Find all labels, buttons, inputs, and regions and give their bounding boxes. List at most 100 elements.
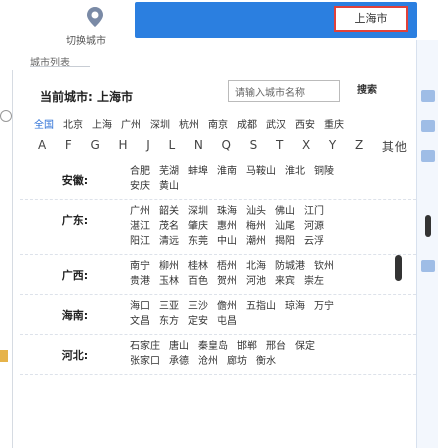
alphabet-letter[interactable]: Y	[329, 138, 337, 155]
side-handle[interactable]	[425, 215, 431, 237]
city-link[interactable]: 承德	[169, 354, 189, 369]
alphabet-letter[interactable]: X	[302, 138, 311, 155]
city-link[interactable]: 万宁	[314, 299, 334, 314]
hot-city-link[interactable]: 全国	[34, 116, 54, 131]
alphabet-letter[interactable]: 其他	[382, 138, 408, 155]
scroll-handle[interactable]	[395, 255, 402, 281]
hot-city-link[interactable]: 武汉	[266, 116, 286, 131]
city-link[interactable]: 贺州	[217, 274, 237, 289]
city-link[interactable]: 阳江	[130, 234, 150, 249]
city-link[interactable]: 文昌	[130, 314, 150, 329]
hot-city-link[interactable]: 重庆	[324, 116, 344, 131]
city-link[interactable]: 珠海	[217, 204, 237, 219]
city-link[interactable]: 江门	[304, 204, 324, 219]
city-link[interactable]: 佛山	[275, 204, 295, 219]
city-link[interactable]: 韶关	[159, 204, 179, 219]
alphabet-letter[interactable]: N	[194, 138, 204, 155]
city-link[interactable]: 揭阳	[275, 234, 295, 249]
city-link[interactable]: 云浮	[304, 234, 324, 249]
alphabet-letter[interactable]: Q	[222, 138, 232, 155]
hot-city-link[interactable]: 杭州	[179, 116, 199, 131]
city-link[interactable]: 定安	[188, 314, 208, 329]
selected-city-box[interactable]: 上海市	[334, 6, 408, 32]
city-link[interactable]: 铜陵	[314, 164, 334, 179]
city-link[interactable]: 合肥	[130, 164, 150, 179]
city-link[interactable]: 东莞	[188, 234, 208, 249]
search-button[interactable]: 搜索	[342, 80, 392, 102]
alphabet-letter[interactable]: F	[65, 138, 73, 155]
hot-city-link[interactable]: 北京	[63, 116, 83, 131]
city-link[interactable]: 广州	[130, 204, 150, 219]
city-link[interactable]: 邯郸	[237, 339, 257, 354]
city-link[interactable]: 汕尾	[275, 219, 295, 234]
city-link[interactable]: 茂名	[159, 219, 179, 234]
city-link[interactable]: 唐山	[169, 339, 189, 354]
hot-city-link[interactable]: 西安	[295, 116, 315, 131]
city-link[interactable]: 五指山	[246, 299, 276, 314]
city-link[interactable]: 清远	[159, 234, 179, 249]
city-link[interactable]: 琼海	[285, 299, 305, 314]
city-link[interactable]: 柳州	[159, 259, 179, 274]
city-link[interactable]: 来宾	[275, 274, 295, 289]
city-link[interactable]: 廊坊	[227, 354, 247, 369]
city-link[interactable]: 钦州	[314, 259, 334, 274]
city-link[interactable]: 河池	[246, 274, 266, 289]
city-link[interactable]: 石家庄	[130, 339, 160, 354]
city-link[interactable]: 百色	[188, 274, 208, 289]
city-link[interactable]: 芜湖	[159, 164, 179, 179]
city-link[interactable]: 潮州	[246, 234, 266, 249]
city-link[interactable]: 贵港	[130, 274, 150, 289]
city-link[interactable]: 儋州	[217, 299, 237, 314]
city-link[interactable]: 汕头	[246, 204, 266, 219]
city-link[interactable]: 淮北	[285, 164, 305, 179]
city-link[interactable]: 梧州	[217, 259, 237, 274]
side-thumb[interactable]	[421, 120, 435, 132]
hot-city-link[interactable]: 深圳	[150, 116, 170, 131]
city-link[interactable]: 马鞍山	[246, 164, 276, 179]
city-link[interactable]: 淮南	[217, 164, 237, 179]
alphabet-letter[interactable]: J	[146, 138, 151, 155]
alphabet-letter[interactable]: S	[250, 138, 259, 155]
city-link[interactable]: 张家口	[130, 354, 160, 369]
city-link[interactable]: 防城港	[275, 259, 305, 274]
side-thumb[interactable]	[421, 260, 435, 272]
city-link[interactable]: 秦皇岛	[198, 339, 228, 354]
alphabet-letter[interactable]: G	[91, 138, 101, 155]
city-link[interactable]: 蚌埠	[188, 164, 208, 179]
city-link[interactable]: 南宁	[130, 259, 150, 274]
alphabet-letter[interactable]: L	[168, 138, 176, 155]
hot-city-link[interactable]: 成都	[237, 116, 257, 131]
hot-city-link[interactable]: 上海	[92, 116, 112, 131]
city-link[interactable]: 惠州	[217, 219, 237, 234]
city-link[interactable]: 保定	[295, 339, 315, 354]
hot-city-link[interactable]: 广州	[121, 116, 141, 131]
search-input[interactable]: 请输入城市名称	[228, 80, 340, 102]
city-link[interactable]: 玉林	[159, 274, 179, 289]
city-link[interactable]: 河源	[304, 219, 324, 234]
city-link[interactable]: 梅州	[246, 219, 266, 234]
city-link[interactable]: 深圳	[188, 204, 208, 219]
alphabet-letter[interactable]: Z	[355, 138, 364, 155]
city-link[interactable]: 东方	[159, 314, 179, 329]
city-link[interactable]: 海口	[130, 299, 150, 314]
city-link[interactable]: 黄山	[159, 179, 179, 194]
city-link[interactable]: 桂林	[188, 259, 208, 274]
city-link[interactable]: 中山	[217, 234, 237, 249]
side-thumb[interactable]	[421, 90, 435, 102]
city-link[interactable]: 衡水	[256, 354, 276, 369]
city-link[interactable]: 安庆	[130, 179, 150, 194]
city-link[interactable]: 北海	[246, 259, 266, 274]
city-link[interactable]: 沧州	[198, 354, 218, 369]
city-link[interactable]: 肇庆	[188, 219, 208, 234]
side-thumb[interactable]	[421, 150, 435, 162]
city-link[interactable]: 屯昌	[217, 314, 237, 329]
switch-city-label[interactable]: 切换城市	[66, 32, 106, 47]
city-link[interactable]: 三沙	[188, 299, 208, 314]
hot-city-link[interactable]: 南京	[208, 116, 228, 131]
alphabet-letter[interactable]: T	[276, 138, 284, 155]
city-link[interactable]: 湛江	[130, 219, 150, 234]
city-link[interactable]: 三亚	[159, 299, 179, 314]
city-link[interactable]: 邢台	[266, 339, 286, 354]
alphabet-letter[interactable]: H	[119, 138, 129, 155]
alphabet-letter[interactable]: A	[38, 138, 47, 155]
